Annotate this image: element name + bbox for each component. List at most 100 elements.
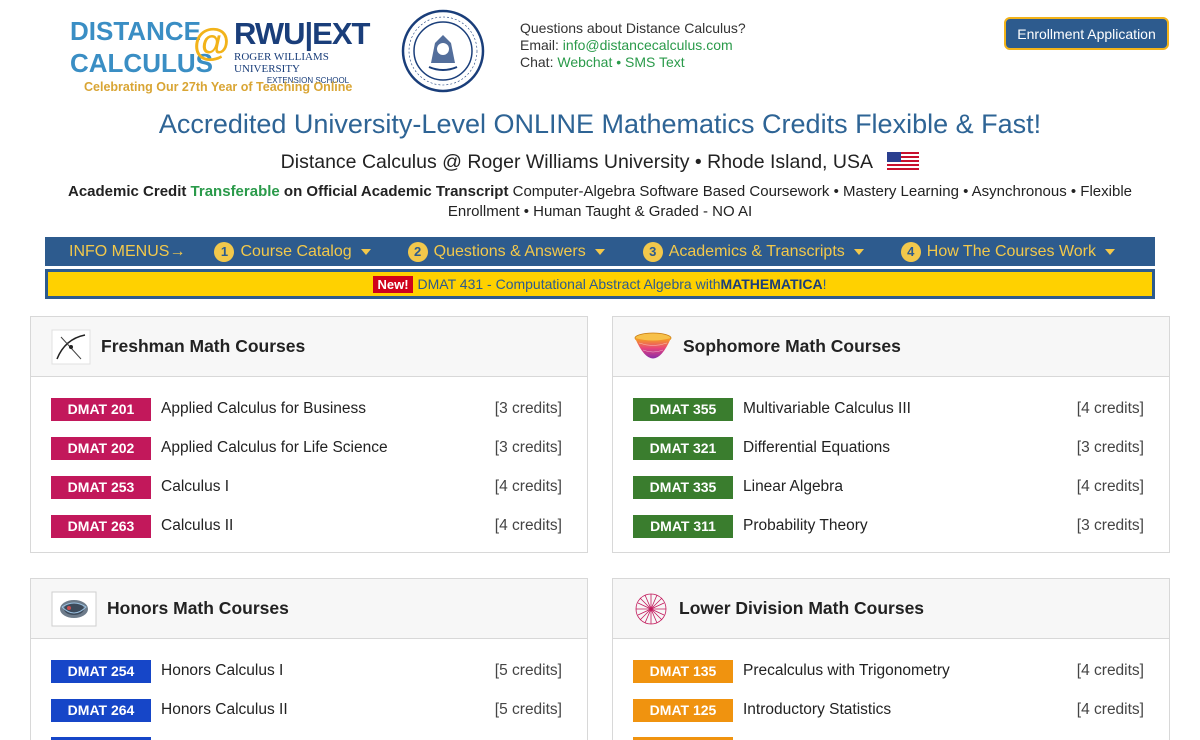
- site-header: DISTANCE CALCULUS @ RWU|EXT ROGER WILLIA…: [0, 0, 1200, 108]
- course-credits: [4 credits]: [1076, 701, 1144, 718]
- course-name[interactable]: Honors Calculus I: [161, 662, 472, 680]
- course-code[interactable]: DMAT 335: [633, 475, 733, 499]
- feature-credit: Academic Credit: [68, 183, 191, 200]
- chevron-down-icon: [594, 248, 605, 255]
- logo-rwu-name: ROGER WILLIAMS UNIVERSITY: [234, 51, 329, 75]
- course-row[interactable]: DMAT 263 Calculus II [4 credits]: [51, 514, 566, 538]
- card-header: Lower Division Math Courses: [613, 579, 1169, 639]
- course-name[interactable]: Honors Calculus II: [161, 701, 472, 719]
- nav-how-courses-work[interactable]: 4 How The Courses Work: [900, 241, 1116, 262]
- us-flag-icon: [887, 152, 920, 170]
- course-name[interactable]: Calculus II: [161, 517, 472, 535]
- logo-rwu: RWU: [234, 16, 305, 51]
- number-2-icon: 2: [407, 241, 428, 262]
- feature-transferable: Transferable: [190, 183, 280, 200]
- course-code[interactable]: DMAT 201: [51, 397, 151, 421]
- feature-transcript: on Official Academic Transcript: [279, 183, 509, 200]
- chevron-down-icon: [1105, 248, 1116, 255]
- card-header: Sophomore Math Courses: [613, 317, 1169, 377]
- course-code[interactable]: DMAT 355: [633, 397, 733, 421]
- announcement-text: DMAT 431 - Computational Abstract Algebr…: [417, 276, 721, 292]
- announcement-banner[interactable]: New! DMAT 431 - Computational Abstract A…: [45, 269, 1155, 299]
- nav-academics-transcripts[interactable]: 3 Academics & Transcripts: [642, 241, 864, 262]
- rwu-ext-wordmark: RWU|EXT: [234, 18, 384, 49]
- course-name[interactable]: Differential Equations: [743, 439, 1054, 457]
- course-name[interactable]: Applied Calculus for Life Science: [161, 439, 472, 457]
- number-4-icon: 4: [900, 241, 921, 262]
- course-row[interactable]: DMAT 321 Differential Equations [3 credi…: [633, 436, 1148, 460]
- announcement-bold: MATHEMATICA: [720, 276, 823, 292]
- nav-how-courses-work-label: How The Courses Work: [926, 242, 1097, 260]
- rwu-ext-logo[interactable]: RWU|EXT ROGER WILLIAMS UNIVERSITY EXTENS…: [234, 18, 384, 85]
- course-credits: [5 credits]: [494, 662, 562, 679]
- course-code[interactable]: DMAT 321: [633, 436, 733, 460]
- chevron-down-icon: [853, 248, 864, 255]
- nav-course-catalog[interactable]: 1 Course Catalog: [214, 241, 371, 262]
- email-link[interactable]: info@distancecalculus.com: [563, 37, 733, 53]
- course-row[interactable]: DMAT 254 Honors Calculus I [5 credits]: [51, 659, 566, 683]
- distance-calculus-logo[interactable]: DISTANCE CALCULUS: [48, 12, 213, 80]
- contact-question: Questions about Distance Calculus?: [520, 20, 746, 36]
- course-credits: [3 credits]: [1076, 439, 1144, 456]
- sms-text-link[interactable]: SMS Text: [625, 54, 685, 70]
- course-row[interactable]: DMAT 135 Precalculus with Trigonometry […: [633, 659, 1148, 683]
- course-code[interactable]: DMAT 253: [51, 475, 151, 499]
- nav-questions-answers[interactable]: 2 Questions & Answers: [407, 241, 605, 262]
- honors-courses-card: Honors Math Courses DMAT 254 Honors Calc…: [30, 578, 588, 740]
- chat-label: Chat:: [520, 54, 558, 70]
- course-credits: [3 credits]: [1076, 517, 1144, 534]
- course-name[interactable]: Probability Theory: [743, 517, 1054, 535]
- course-row[interactable]: DMAT 335 Linear Algebra [4 credits]: [633, 475, 1148, 499]
- course-code[interactable]: DMAT 202: [51, 436, 151, 460]
- freshman-courses-card: Freshman Math Courses DMAT 201 Applied C…: [30, 316, 588, 553]
- course-row[interactable]: DMAT 125 Introductory Statistics [4 cred…: [633, 698, 1148, 722]
- card-title: Honors Math Courses: [107, 598, 289, 618]
- info-menus-label: INFO MENUS→: [69, 242, 186, 260]
- enrollment-application-button[interactable]: Enrollment Application: [1004, 17, 1169, 50]
- course-credits: [4 credits]: [1076, 400, 1144, 417]
- course-code[interactable]: DMAT 263: [51, 514, 151, 538]
- course-code[interactable]: DMAT 311: [633, 514, 733, 538]
- logo-ext: EXT: [312, 16, 370, 51]
- feature-list: Academic Credit Transferable on Official…: [48, 182, 1152, 221]
- subtitle-text: Distance Calculus @ Roger Williams Unive…: [280, 151, 872, 173]
- course-code[interactable]: DMAT 135: [633, 659, 733, 683]
- number-3-icon: 3: [642, 241, 663, 262]
- logo-word-distance: DISTANCE: [70, 16, 201, 46]
- course-row[interactable]: DMAT 355 Multivariable Calculus III [4 c…: [633, 397, 1148, 421]
- lower-division-courses-card: Lower Division Math Courses DMAT 135 Pre…: [612, 578, 1170, 740]
- contact-chat-line: Chat: Webchat • SMS Text: [520, 54, 746, 71]
- course-name[interactable]: Introductory Statistics: [743, 701, 1054, 719]
- course-row[interactable]: DMAT 253 Calculus I [4 credits]: [51, 475, 566, 499]
- course-credits: [5 credits]: [494, 701, 562, 718]
- course-code[interactable]: DMAT 254: [51, 659, 151, 683]
- card-title: Sophomore Math Courses: [683, 336, 901, 356]
- course-code[interactable]: DMAT 264: [51, 698, 151, 722]
- logo-word-calculus: CALCULUS: [70, 48, 213, 78]
- card-header: Honors Math Courses: [31, 579, 587, 639]
- page-title: Accredited University-Level ONLINE Mathe…: [158, 109, 1042, 139]
- course-row[interactable]: DMAT 311 Probability Theory [3 credits]: [633, 514, 1148, 538]
- course-name[interactable]: Linear Algebra: [743, 478, 1054, 496]
- course-credits: [4 credits]: [1076, 478, 1144, 495]
- info-menu-bar: INFO MENUS→ 1 Course Catalog 2 Questions…: [45, 237, 1155, 266]
- course-row[interactable]: DMAT 264 Honors Calculus II [5 credits]: [51, 698, 566, 722]
- number-1-icon: 1: [214, 241, 235, 262]
- course-name[interactable]: Multivariable Calculus III: [743, 400, 1054, 418]
- course-credits: [3 credits]: [494, 439, 562, 456]
- polar-rose-icon: [635, 593, 667, 624]
- course-code[interactable]: DMAT 125: [633, 698, 733, 722]
- course-name[interactable]: Calculus I: [161, 478, 472, 496]
- course-name[interactable]: Precalculus with Trigonometry: [743, 662, 1054, 680]
- card-title: Freshman Math Courses: [101, 336, 306, 356]
- nav-academics-transcripts-label: Academics & Transcripts: [668, 242, 845, 260]
- contact-info: Questions about Distance Calculus? Email…: [520, 20, 746, 71]
- course-credits: [4 credits]: [494, 517, 562, 534]
- course-name[interactable]: Applied Calculus for Business: [161, 400, 472, 418]
- course-row[interactable]: DMAT 201 Applied Calculus for Business […: [51, 397, 566, 421]
- webchat-link[interactable]: Webchat: [557, 54, 612, 70]
- email-label: Email:: [520, 37, 563, 53]
- course-row[interactable]: DMAT 202 Applied Calculus for Life Scien…: [51, 436, 566, 460]
- torus-knot-icon: [51, 591, 97, 626]
- logo-at-sign: @: [193, 22, 231, 64]
